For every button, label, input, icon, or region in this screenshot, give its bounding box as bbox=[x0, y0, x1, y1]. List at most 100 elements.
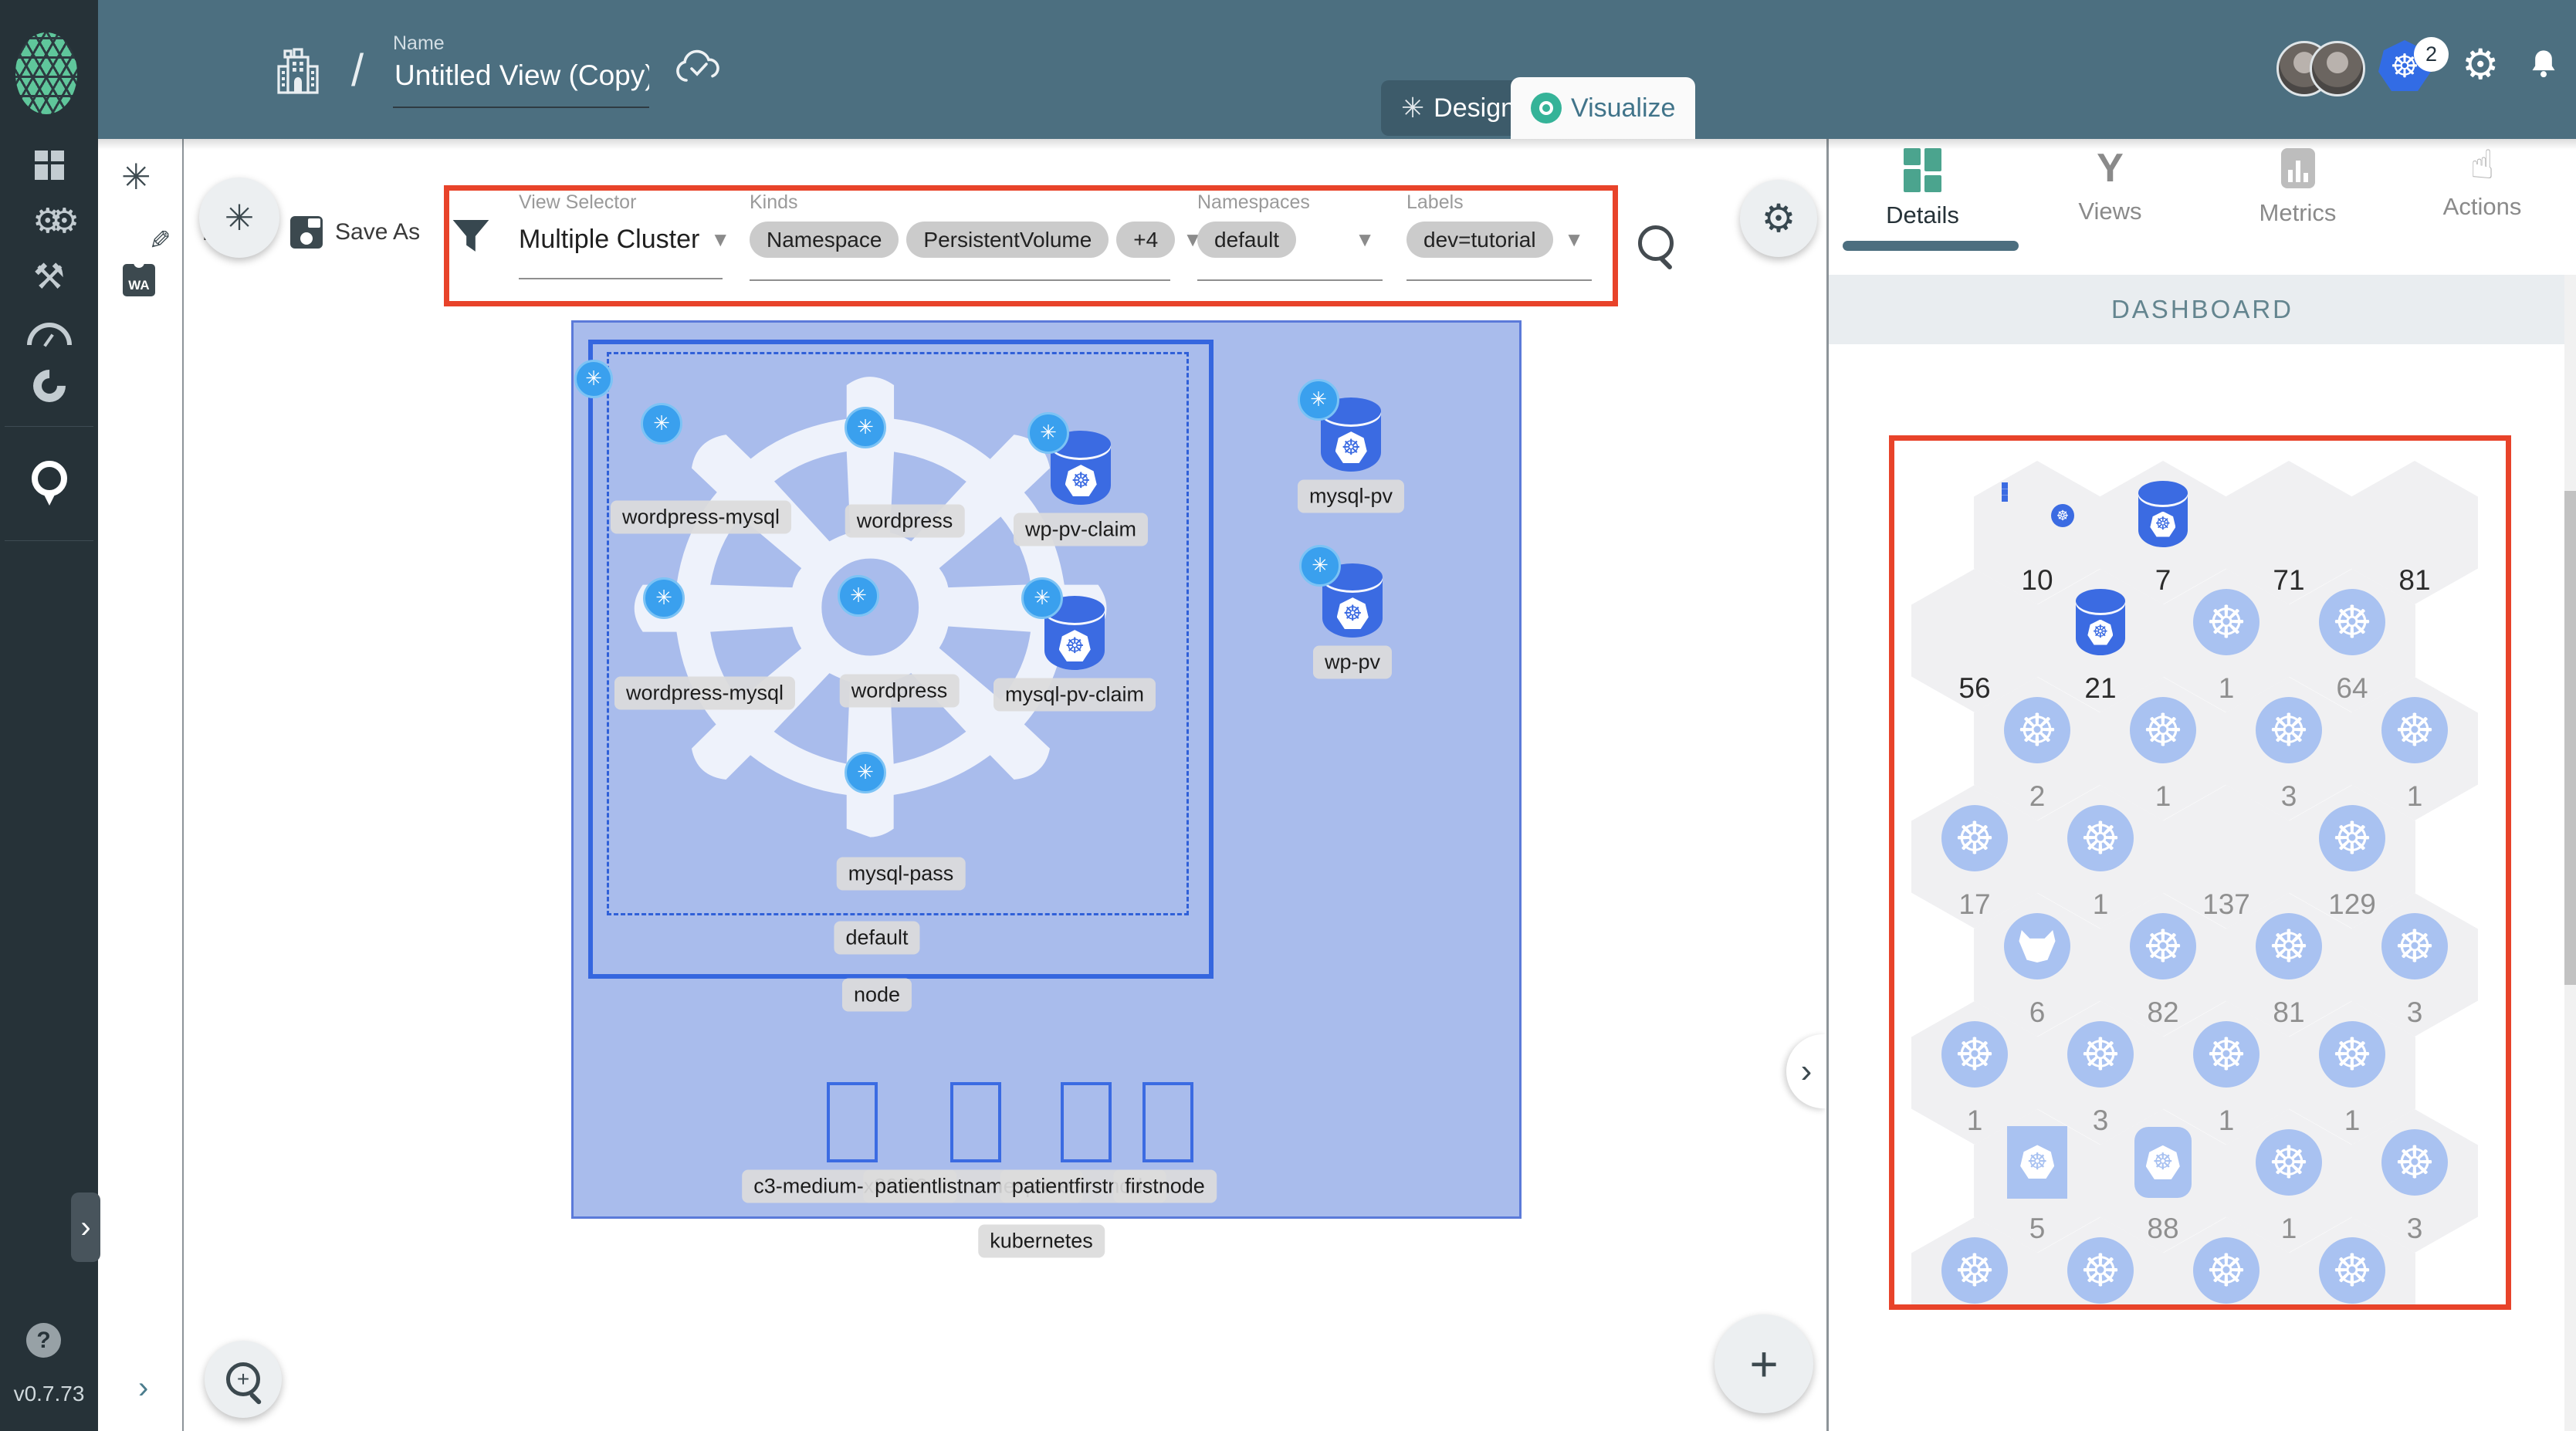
empty-node-rect[interactable] bbox=[1142, 1082, 1193, 1162]
hex-resource-count: 1 bbox=[2280, 1213, 2297, 1244]
tab-views[interactable]: Y Views bbox=[2016, 145, 2204, 225]
pod-icon: ☸ bbox=[2381, 913, 2448, 979]
persistent-volume-icon: ☸ bbox=[2076, 589, 2125, 655]
canvas-node-deployment[interactable]: ☸ ✳ bbox=[838, 575, 938, 665]
snowflake-fab[interactable]: ✳ bbox=[199, 178, 279, 258]
pod-icon: ☸ bbox=[2067, 805, 2134, 871]
meshery-badge-icon: ✳ bbox=[838, 575, 879, 617]
panel-scrollbar-thumb[interactable] bbox=[2564, 491, 2576, 985]
hex-resource-count: 1 bbox=[2344, 1105, 2361, 1136]
hex-resource-count: 3 bbox=[2280, 780, 2297, 812]
empty-node-rect[interactable] bbox=[1061, 1082, 1112, 1162]
bell-icon[interactable] bbox=[2528, 48, 2559, 79]
canvas-node-secret[interactable]: ✳ bbox=[845, 752, 934, 844]
canvas-node-label: wp-pv bbox=[1312, 645, 1393, 679]
label-chip[interactable]: dev=tutorial bbox=[1406, 222, 1553, 258]
details-grid-icon bbox=[1904, 148, 1941, 192]
chevron-down-icon[interactable]: ▼ bbox=[1564, 228, 1584, 252]
zoom-in-fab[interactable]: + bbox=[205, 1341, 282, 1418]
view-name-input[interactable] bbox=[393, 59, 651, 93]
toolcol-expand-chevron[interactable]: › bbox=[138, 1371, 148, 1406]
active-tab-underline bbox=[1843, 241, 2019, 251]
chevron-down-icon[interactable]: ▼ bbox=[710, 228, 730, 252]
resource-hex-grid: ☸ 10 ☸ 7 71 ☸ 81 ☸ 56 ☸ 21 ☸ 1 ☸ 64 ☸ 2 ☸ 1 ☸ 3 ☸ 1 ☸ 17 ☸ 1 137… bbox=[1891, 440, 2509, 1306]
namespaces-field[interactable]: Namespaces default ▼ bbox=[1197, 191, 1375, 258]
canvas-node-label: mysql-pass bbox=[836, 857, 966, 891]
visualize-canvas[interactable]: ☸ ✳ default node kubernetes ✳ wordpress-m… bbox=[184, 139, 1826, 1431]
search-icon[interactable] bbox=[1638, 225, 1674, 261]
tab-details-label: Details bbox=[1886, 201, 1959, 228]
namespace-chip[interactable]: default bbox=[1197, 222, 1297, 258]
hex-resource-count: 71 bbox=[2273, 564, 2305, 596]
dashboard-section-header: DASHBOARD bbox=[1829, 275, 2576, 344]
canvas-node-deployment[interactable]: ☸ ✳ bbox=[643, 577, 743, 667]
sidebar-item-performance[interactable] bbox=[0, 312, 98, 355]
help-button[interactable]: ? bbox=[26, 1323, 61, 1358]
pod-icon: ☸ bbox=[1941, 1237, 2008, 1304]
view-selector-field[interactable]: View Selector Multiple Cluster ▼ bbox=[519, 191, 730, 255]
kinds-field[interactable]: Kinds Namespace PersistentVolume +4 ▼ bbox=[750, 191, 1203, 258]
sidebar-item-kanvas[interactable] bbox=[0, 457, 98, 506]
meshery-pinwheel-icon[interactable]: ✳ bbox=[121, 156, 151, 198]
pod-icon: ☸ bbox=[2130, 697, 2196, 763]
empty-node-rect[interactable] bbox=[827, 1082, 878, 1162]
hex-resource-count: 56 bbox=[1958, 672, 1991, 704]
views-icon: Y bbox=[2097, 146, 2124, 191]
empty-node-label: firstnode bbox=[1113, 1169, 1217, 1203]
sidebar-item-lifecycle[interactable]: ⚙⚙ bbox=[0, 199, 98, 242]
kind-chip[interactable]: PersistentVolume bbox=[906, 222, 1109, 258]
tab-metrics[interactable]: Metrics bbox=[2204, 148, 2392, 227]
kinds-label: Kinds bbox=[750, 191, 798, 213]
kanvas-pin-icon bbox=[31, 461, 67, 506]
tab-actions[interactable]: ☝ Actions bbox=[2388, 142, 2576, 221]
panel-scrollbar[interactable] bbox=[2564, 275, 2576, 1431]
hex-resource-count: 137 bbox=[2202, 888, 2250, 920]
divider bbox=[1826, 139, 1829, 1431]
gear-icon[interactable]: ⚙ bbox=[2462, 40, 2499, 89]
namespace-label: default bbox=[834, 921, 920, 955]
edit-pencil-icon[interactable]: ✎ bbox=[149, 225, 171, 256]
kind-chip[interactable]: Namespace bbox=[750, 222, 899, 258]
tab-details[interactable]: Details bbox=[1829, 148, 2016, 229]
pod-icon: ☸ bbox=[2067, 1021, 2134, 1088]
tab-visualize[interactable]: Visualize bbox=[1511, 77, 1696, 139]
node-label: node bbox=[841, 978, 912, 1012]
settings-fab[interactable]: ⚙ bbox=[1740, 180, 1817, 257]
snowflake-icon: ✳ bbox=[224, 197, 255, 238]
kind-chip-more[interactable]: +4 bbox=[1116, 222, 1176, 258]
field-underline bbox=[750, 279, 1170, 281]
meshery-badge-icon: ✳ bbox=[641, 403, 682, 445]
canvas-node-label: mysql-pv bbox=[1297, 479, 1405, 513]
hex-resource-count: 10 bbox=[2021, 564, 2053, 596]
meshery-badge-icon: ✳ bbox=[1298, 379, 1339, 421]
canvas-node-cylinder[interactable]: ☸ ✳ bbox=[1021, 577, 1105, 670]
wasm-filter-icon[interactable]: WA bbox=[123, 261, 155, 296]
hex-resource-count: 81 bbox=[2273, 996, 2305, 1028]
canvas-node-cylinder[interactable]: ☸ ✳ bbox=[1027, 412, 1111, 505]
chevron-down-icon[interactable]: ▼ bbox=[1355, 228, 1375, 252]
canvas-node-service[interactable]: ✳ bbox=[641, 403, 738, 492]
square-resource-icon: ☸ bbox=[2007, 1126, 2067, 1199]
meshery-logo[interactable] bbox=[15, 32, 77, 114]
sidebar-expand-handle[interactable]: › bbox=[71, 1192, 100, 1262]
collaborator-avatar[interactable] bbox=[2310, 41, 2365, 96]
add-node-fab[interactable]: + bbox=[1715, 1314, 1813, 1413]
save-as-button[interactable]: Save As bbox=[290, 216, 420, 249]
pod-icon: ☸ bbox=[2256, 913, 2322, 979]
filter-funnel-icon[interactable] bbox=[449, 215, 493, 258]
canvas-node-cylinder[interactable]: ☸ ✳ bbox=[1298, 379, 1381, 472]
canvas-node-cylinder[interactable]: ☸ ✳ bbox=[1299, 545, 1383, 638]
pod-icon: ☸ bbox=[2193, 1237, 2260, 1304]
meshery-badge-icon: ✳ bbox=[845, 752, 886, 793]
namespace-icon: ☸ bbox=[2002, 482, 2074, 527]
app-header: / Name ✳ Design Visualize ☸ 2 ⚙ bbox=[98, 0, 2576, 139]
labels-field[interactable]: Labels dev=tutorial ▼ bbox=[1406, 191, 1584, 258]
empty-node-rect[interactable] bbox=[950, 1082, 1001, 1162]
sidebar-item-configuration[interactable]: ⚒ bbox=[0, 255, 98, 298]
pod-icon: ☸ bbox=[2319, 1237, 2385, 1304]
left-sidebar: ⚙⚙ ⚒ › ? v0.7.73 bbox=[0, 0, 100, 1431]
sidebar-item-extensions[interactable] bbox=[0, 363, 98, 409]
sidebar-item-dashboard[interactable] bbox=[0, 144, 98, 187]
canvas-node-service[interactable]: ✳ bbox=[845, 407, 942, 496]
context-count-badge: 2 bbox=[2414, 37, 2449, 72]
